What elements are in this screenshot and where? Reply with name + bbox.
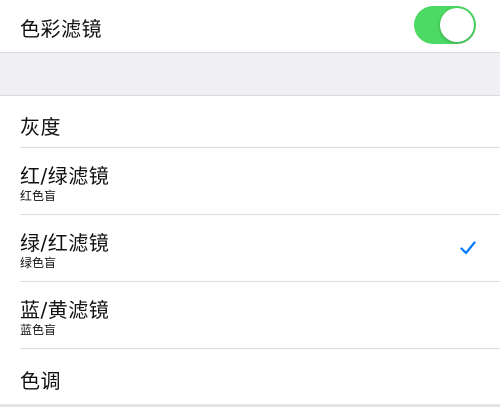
checkmark-icon [460, 241, 476, 255]
filter-option-color-tint[interactable]: 色调 [0, 349, 500, 404]
filter-list: 灰度 红/绿滤镜 红色盲 绿/红滤镜 绿色盲 蓝/黄滤镜 蓝色盲 色调 [0, 95, 500, 407]
filter-title: 蓝/黄滤镜 [20, 298, 110, 322]
filter-option-red-green[interactable]: 红/绿滤镜 红色盲 [0, 148, 500, 215]
color-filters-toggle[interactable] [414, 6, 476, 44]
section-spacer [0, 53, 500, 94]
filter-subtitle: 绿色盲 [20, 256, 57, 270]
filter-title: 色调 [20, 369, 61, 393]
toggle-knob [440, 8, 474, 42]
filter-title: 绿/红滤镜 [20, 231, 110, 255]
filter-title: 灰度 [20, 115, 61, 139]
filter-option-green-red[interactable]: 绿/红滤镜 绿色盲 [0, 215, 500, 282]
filter-subtitle: 蓝色盲 [20, 323, 57, 337]
color-filters-row: 色彩滤镜 [0, 0, 500, 52]
filter-title: 红/绿滤镜 [20, 164, 110, 188]
filter-option-grayscale[interactable]: 灰度 [0, 96, 500, 148]
color-filters-section: 色彩滤镜 [0, 0, 500, 53]
filter-subtitle: 红色盲 [20, 189, 57, 203]
color-filters-label: 色彩滤镜 [20, 17, 102, 41]
filter-option-blue-yellow[interactable]: 蓝/黄滤镜 蓝色盲 [0, 282, 500, 349]
